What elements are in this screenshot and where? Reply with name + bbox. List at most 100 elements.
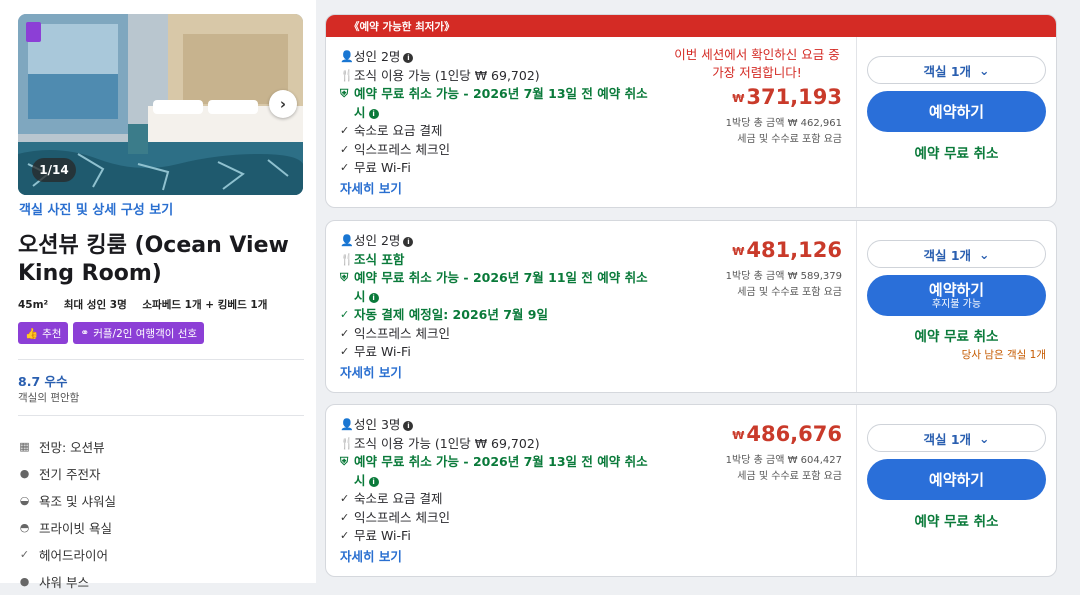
column-divider [856, 37, 857, 207]
free-cancel-label: 예약 무료 취소 [914, 329, 999, 345]
person-icon: 👤 [340, 50, 354, 63]
amenity-item: ● 전기 주전자 [18, 460, 116, 487]
price-column: ₩486,676 1박당 총 금액 ₩ 604,427 세금 및 수수료 포함 … [726, 421, 842, 485]
feature-pay-at-property: ✓ 숙소로 요금 결제 [340, 490, 652, 509]
info-icon[interactable]: i [368, 476, 379, 487]
price-total: 1박당 총 금액 ₩ 462,961 [725, 118, 842, 129]
feature-breakfast: 🍴 조식 포함 [340, 251, 652, 270]
details-link[interactable]: 자세히 보기 [340, 178, 652, 197]
check-icon: ✓ [340, 345, 350, 358]
feature-pay-at-property: ✓ 숙소로 요금 결제 [340, 122, 652, 141]
feature-text: 익스프레스 체크인 [354, 509, 450, 525]
feature-text: 예약 무료 취소 가능 - 2026년 7월 13일 전 예약 취소 시 [354, 86, 648, 120]
check-icon: ✓ [340, 492, 350, 505]
room-count-select[interactable]: 객실 1개 ⌄ [867, 56, 1046, 84]
feature-guests: 👤 성인 2명 i [340, 48, 652, 67]
check-icon: ✓ [340, 529, 350, 542]
book-button[interactable]: 예약하기 [867, 459, 1046, 500]
currency-symbol: ₩ [732, 429, 745, 442]
feature-guests: 👤 성인 3명 i [340, 416, 652, 435]
feature-wifi: ✓ 무료 Wi-Fi [340, 343, 652, 362]
feature-wifi: ✓ 무료 Wi-Fi [340, 527, 652, 546]
book-button[interactable]: 예약하기 후지불 가능 [867, 275, 1046, 316]
feature-text: 무료 Wi-Fi [354, 528, 411, 543]
amenity-label: 욕조 및 샤워실 [39, 494, 116, 509]
feature-free-cancel: ⛨ 예약 무료 취소 가능 - 2026년 7월 11일 전 예약 취소 시i [340, 269, 652, 306]
check-icon: ✓ [340, 161, 350, 174]
amenities-list: ▦ 전망: 오션뷰 ● 전기 주전자 ◒ 욕조 및 샤워실 ◓ 프라이빗 욕실 ✓ 헤어드… [18, 433, 116, 595]
thumbs-up-icon: 👍 [25, 327, 39, 340]
view-icon: ▦ [19, 440, 30, 453]
feature-breakfast: 🍴 조식 이용 가능 (1인당 ₩ 69,702) [340, 67, 652, 86]
feature-wifi: ✓ 무료 Wi-Fi [340, 159, 652, 178]
amenity-item: ◓ 프라이빗 욕실 [18, 514, 116, 541]
feature-text: 예약 무료 취소 가능 - 2026년 7월 13일 전 예약 취소 시 [354, 454, 648, 488]
info-icon[interactable]: i [403, 237, 414, 247]
room-summary-panel: › 1/14 객실 사진 및 상세 구성 보기 오션뷰 킹룸 (Ocean Vi… [0, 0, 316, 590]
room-count-label: 객실 1개 [923, 431, 972, 447]
room-photo[interactable]: › 1/14 [18, 14, 303, 195]
review-score-caption: 객실의 편안함 [18, 392, 80, 404]
price-tax-note: 세금 및 수수료 포함 요금 [737, 471, 842, 482]
book-button[interactable]: 예약하기 [867, 91, 1046, 132]
room-max-guests: 최대 성인 3명 [63, 299, 127, 311]
room-photos-link[interactable]: 객실 사진 및 상세 구성 보기 [19, 199, 173, 218]
feature-auto-payment: ✓ 자동 결제 예정일: 2026년 7월 9일 [340, 306, 652, 325]
next-photo-button[interactable]: › [269, 90, 297, 118]
feature-text: 성인 2명 [354, 49, 401, 64]
lowest-price-banner: 《예약 가능한 최저가》 [326, 15, 1056, 37]
free-cancel-label: 예약 무료 취소 [914, 146, 999, 162]
divider [18, 415, 304, 416]
offer-card: 👤 성인 2명 i 🍴 조식 포함 ⛨ 예약 무료 취소 가능 - 2026년 7월 1… [325, 220, 1057, 393]
shield-check-icon: ⛨ [340, 455, 349, 468]
room-count-select[interactable]: 객실 1개 ⌄ [867, 424, 1046, 452]
tag-label: 커플/2인 여행객이 선호 [93, 327, 198, 340]
feature-text: 익스프레스 체크인 [354, 325, 450, 341]
offer-card: 👤 성인 3명 i 🍴 조식 이용 가능 (1인당 ₩ 69,702) ⛨ 예약 무료 … [325, 404, 1057, 577]
details-link[interactable]: 자세히 보기 [340, 362, 652, 381]
rooms-left-notice: 당사 남은 객실 1개 [961, 349, 1046, 361]
tag-label: 추천 [42, 327, 62, 340]
feature-text: 조식 이용 가능 (1인당 ₩ 69,702) [354, 435, 540, 451]
room-specs: 45m² 최대 성인 3명 소파베드 1개 + 킹베드 1개 [18, 297, 279, 312]
amenity-item: ◒ 욕조 및 샤워실 [18, 487, 116, 514]
amenity-label: 헤어드라이어 [39, 548, 109, 563]
photo-badge [26, 22, 41, 42]
check-icon: ✓ [340, 510, 350, 524]
feature-text: 숙소로 요금 결제 [354, 491, 443, 506]
feature-guests: 👤 성인 2명 i [340, 232, 652, 251]
info-icon[interactable]: i [368, 108, 379, 119]
price-column: 이번 세션에서 확인하신 요금 중 가장 저렴합니다! ₩371,193 1박당… [672, 46, 842, 148]
feature-express-checkin: ✓ 익스프레스 체크인 [340, 509, 652, 528]
amenity-item: ✓ 헤어드라이어 [18, 541, 116, 568]
check-icon: ✓ [340, 326, 350, 340]
feature-text: 성인 3명 [354, 417, 401, 432]
book-button-sublabel: 후지불 가능 [931, 298, 982, 310]
feature-text: 성인 2명 [354, 233, 401, 248]
price-value: 481,126 [746, 238, 842, 262]
feature-breakfast: 🍴 조식 이용 가능 (1인당 ₩ 69,702) [340, 435, 652, 454]
amenity-item: ▦ 전망: 오션뷰 [18, 433, 116, 460]
price: ₩371,193 [672, 84, 842, 112]
price-tax-note: 세금 및 수수료 포함 요금 [737, 134, 842, 145]
details-link[interactable]: 자세히 보기 [340, 546, 652, 565]
action-column: 객실 1개 ⌄ 예약하기 예약 무료 취소 [867, 424, 1046, 530]
info-icon[interactable]: i [368, 292, 379, 303]
check-circle-icon: ● [19, 575, 30, 588]
person-icon: 👤 [340, 234, 354, 247]
fork-knife-icon: 🍴 [340, 252, 354, 266]
book-button-label: 예약하기 [928, 280, 985, 299]
column-divider [856, 221, 857, 392]
price-column: ₩481,126 1박당 총 금액 ₩ 589,379 세금 및 수수료 포함 … [726, 237, 842, 301]
info-icon[interactable]: i [403, 421, 414, 431]
room-count-label: 객실 1개 [923, 63, 972, 79]
price-tax-note: 세금 및 수수료 포함 요금 [737, 287, 842, 298]
tag-recommended: 👍 추천 [18, 322, 69, 344]
feature-free-cancel: ⛨ 예약 무료 취소 가능 - 2026년 7월 13일 전 예약 취소 시i [340, 453, 652, 490]
price: ₩486,676 [726, 421, 842, 449]
check-icon: ✓ [340, 142, 350, 156]
room-count-select[interactable]: 객실 1개 ⌄ [867, 240, 1046, 268]
info-icon[interactable]: i [403, 53, 414, 63]
book-button-label: 예약하기 [928, 102, 985, 121]
price-total: 1박당 총 금액 ₩ 604,427 [725, 455, 842, 466]
